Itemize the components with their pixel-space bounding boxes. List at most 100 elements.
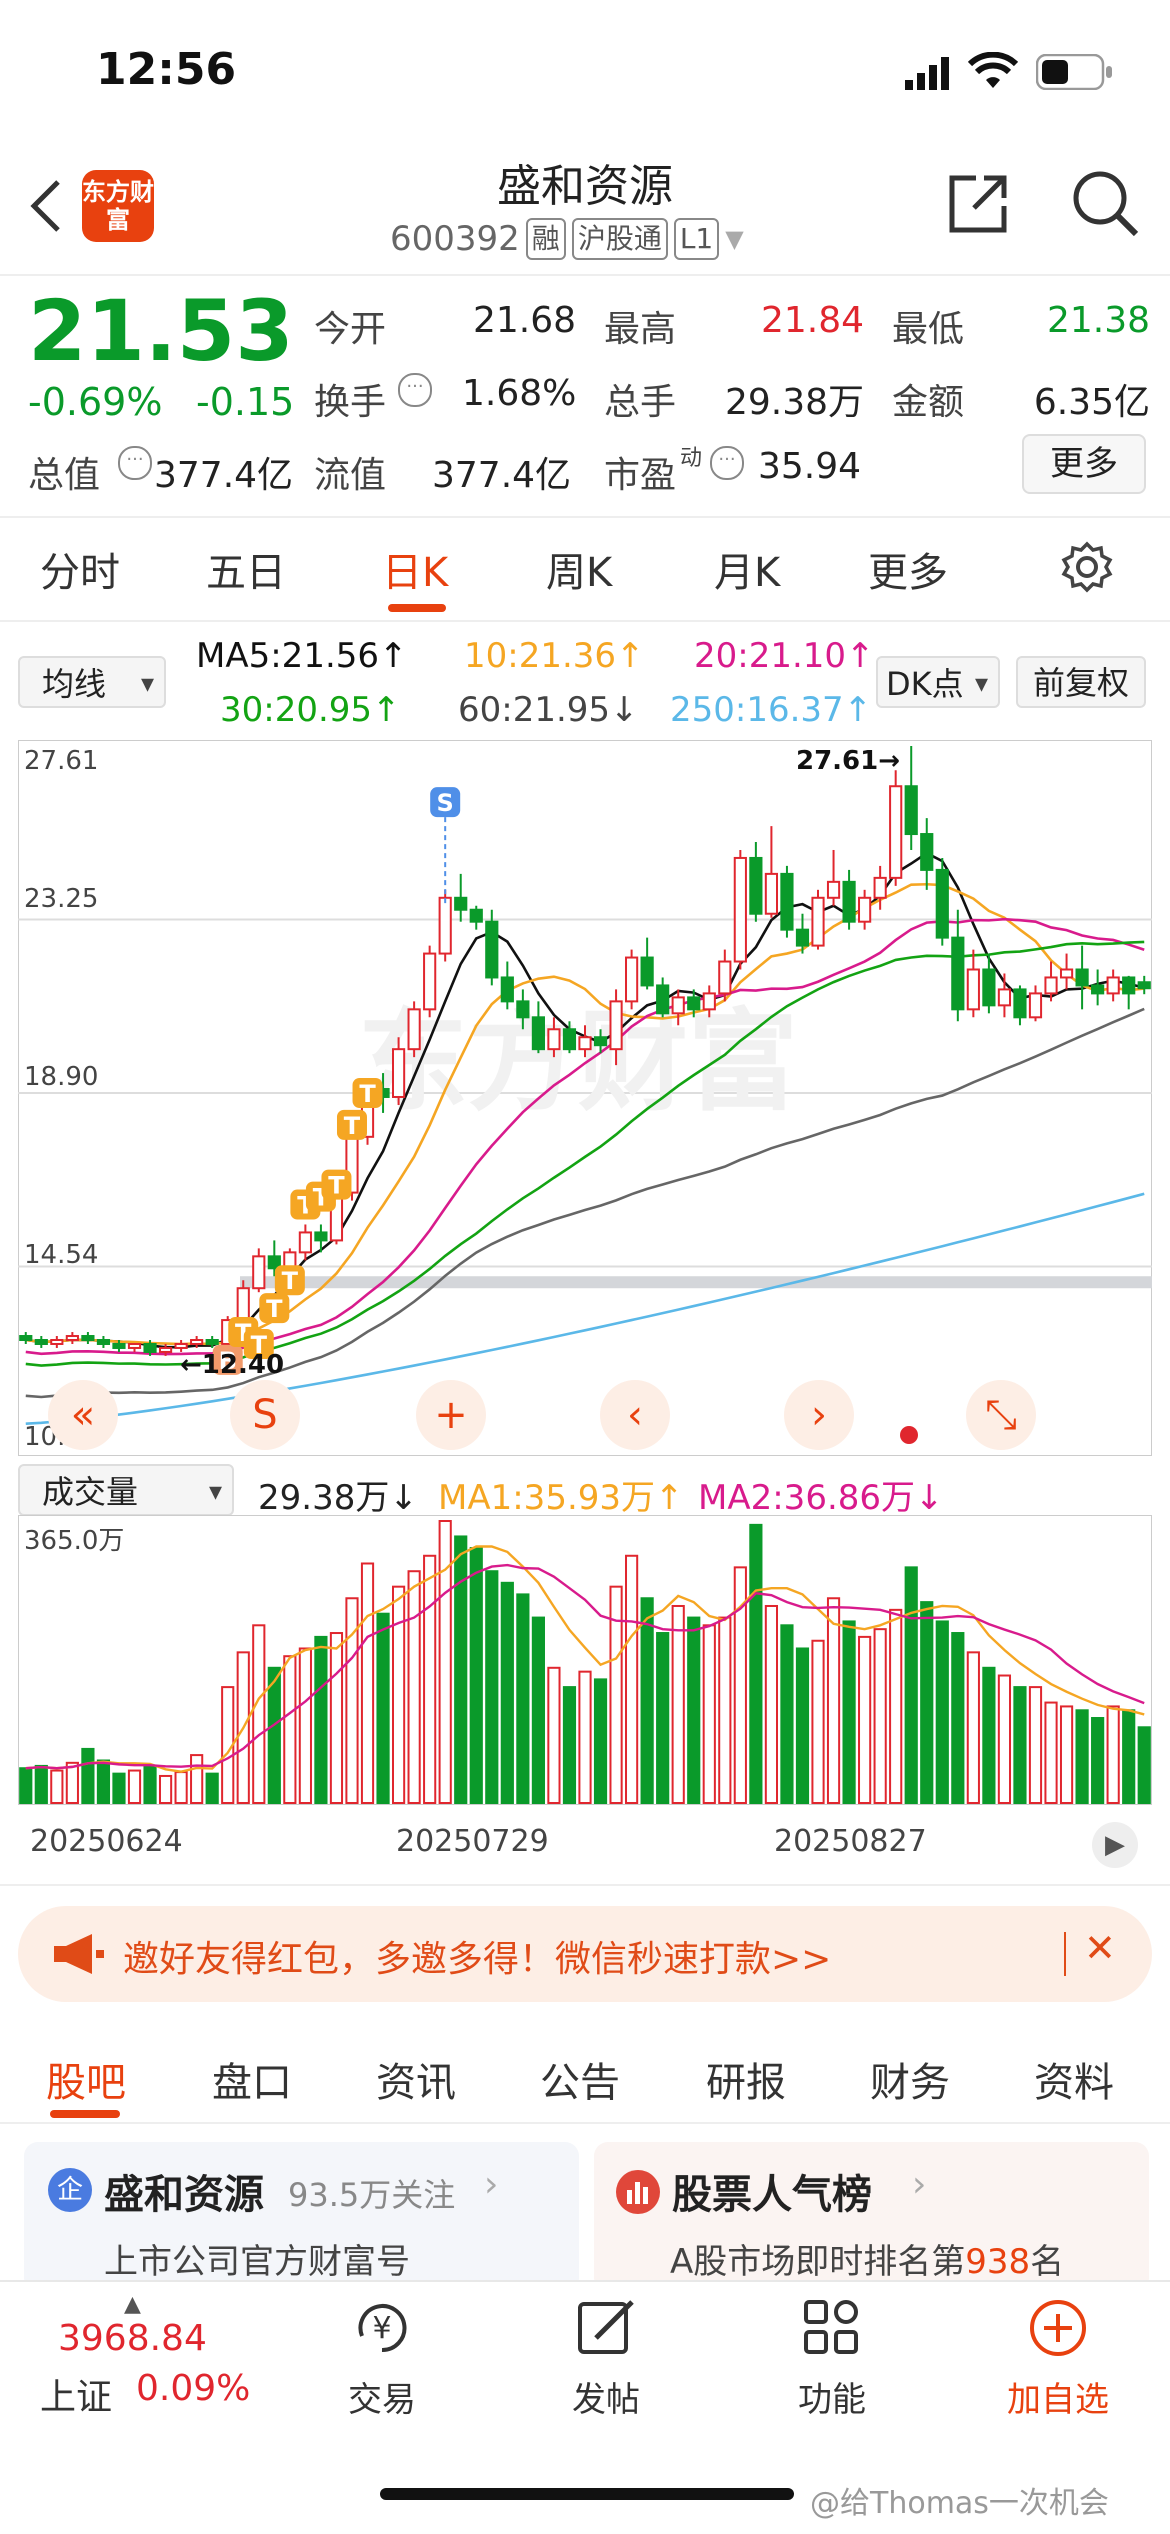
candle-body <box>252 1255 266 1290</box>
volume-bar <box>811 1639 825 1805</box>
content-tab[interactable]: 资讯 <box>376 2050 456 2108</box>
period-tab[interactable]: 周K <box>546 540 612 598</box>
volume-bar <box>158 1774 173 1804</box>
volume-bar <box>112 1772 126 1804</box>
fullscreen-button[interactable]: ⤡ <box>966 1380 1036 1450</box>
t-signal-text: T <box>359 1080 376 1108</box>
add-watchlist-icon[interactable] <box>988 2296 1128 2374</box>
volume-selector[interactable]: 成交量 <box>18 1464 234 1518</box>
invite-banner[interactable]: 邀好友得红包，多邀多得！微信秒速打款>> ✕ <box>18 1906 1152 2002</box>
content-tab[interactable]: 资料 <box>1034 2050 1114 2108</box>
period-tab[interactable]: 月K <box>714 540 780 598</box>
volume-chart[interactable] <box>18 1515 1152 1805</box>
dk-point-button[interactable]: DK点 <box>876 656 1000 710</box>
volume-bar <box>485 1570 499 1804</box>
period-tab[interactable]: 更多 <box>868 540 948 598</box>
play-icon[interactable]: ▶ <box>1092 1822 1138 1868</box>
info-icon[interactable]: ··· <box>398 373 432 407</box>
settings-gear-icon[interactable] <box>1060 540 1114 598</box>
volume-bar <box>593 1678 608 1804</box>
chevron-right-icon: › <box>484 2164 499 2205</box>
zoom-in-button[interactable]: + <box>416 1380 486 1450</box>
content-tab[interactable]: 公告 <box>540 2050 620 2108</box>
index-value[interactable]: 3968.84 <box>58 2318 207 2359</box>
volume-bar <box>298 1647 312 1804</box>
candle-body <box>1091 984 1105 995</box>
period-tab[interactable]: 分时 <box>40 540 120 598</box>
scroll-start-button[interactable]: « <box>48 1380 118 1450</box>
index-change[interactable]: 0.09% <box>136 2368 250 2409</box>
zoom-out-button[interactable]: S <box>230 1380 300 1450</box>
volume-bar <box>749 1523 763 1805</box>
functions-icon[interactable] <box>762 2296 902 2374</box>
volume-bar <box>360 1562 375 1804</box>
volume-bar <box>873 1628 887 1804</box>
period-tab[interactable]: 五日 <box>206 540 286 598</box>
content-tab[interactable]: 股吧 <box>46 2050 126 2108</box>
ma-selector[interactable]: 均线 <box>18 656 166 710</box>
candle-body <box>65 1335 79 1342</box>
candle-body <box>671 996 685 1015</box>
post-icon[interactable] <box>536 2296 676 2374</box>
ma60-label: 60:21.95↓ <box>458 690 639 730</box>
candle-body <box>935 868 949 939</box>
chevron-down-icon[interactable]: ▼ <box>725 225 743 253</box>
trade-icon[interactable]: ¥ <box>312 2296 452 2374</box>
volume-bar <box>826 1597 841 1805</box>
wifi-icon <box>967 51 1019 94</box>
volume-bar <box>966 1651 980 1804</box>
popularity-card[interactable]: 股票人气榜 › A股市场即时排名第938名 <box>594 2142 1149 2292</box>
scroll-right-button[interactable]: › <box>784 1380 854 1450</box>
close-icon[interactable]: ✕ <box>1084 1926 1116 1970</box>
search-icon[interactable] <box>1070 168 1140 242</box>
adjust-button[interactable]: 前复权 <box>1016 656 1146 708</box>
company-card[interactable]: 企 盛和资源 93.5万关注 › 上市公司官方财富号 <box>24 2142 579 2292</box>
info-icon[interactable]: ··· <box>118 446 152 480</box>
ma20-label: 20:21.10↑ <box>694 636 875 676</box>
volume-bar <box>407 1570 421 1804</box>
volume-bar <box>640 1597 654 1805</box>
nav-functions[interactable]: 功能 <box>762 2372 902 2421</box>
quote-field-value: 1.68% <box>462 373 577 414</box>
candle-body <box>1122 976 1136 995</box>
t-signal-text: T <box>344 1112 361 1140</box>
pe-superscript: 动 <box>680 446 703 471</box>
stock-code: 600392 <box>390 219 520 259</box>
candle-body <box>687 996 701 1011</box>
content-tab[interactable]: 研报 <box>706 2050 786 2108</box>
share-icon[interactable] <box>944 170 1012 242</box>
index-arrow-icon: ▲ <box>124 2292 141 2317</box>
t-signal-text: T <box>328 1172 345 1200</box>
candle-body <box>96 1339 111 1345</box>
volume-bar <box>795 1647 810 1804</box>
quote-field-value: 21.38 <box>1046 300 1150 341</box>
battery-icon <box>1035 53 1114 94</box>
period-tab[interactable]: 日K <box>382 540 448 598</box>
content-tab[interactable]: 盘口 <box>212 2050 292 2108</box>
quote-field-label: 最低 <box>892 309 965 350</box>
quote-field-value: 21.84 <box>760 300 864 341</box>
volume-current: 29.38万↓ <box>258 1478 418 1518</box>
candle-body <box>858 896 872 923</box>
volume-max-label: 365.0万 <box>24 1526 125 1556</box>
volume-bar <box>889 1608 903 1804</box>
content-tab[interactable]: 财务 <box>870 2050 950 2108</box>
volume-bar <box>127 1769 142 1805</box>
scroll-left-button[interactable]: ‹ <box>600 1380 670 1450</box>
nav-trade[interactable]: 交易 <box>312 2372 452 2421</box>
volume-bar <box>252 1624 266 1804</box>
more-button[interactable]: 更多 <box>1022 434 1146 494</box>
candle-body <box>997 988 1012 1007</box>
info-icon[interactable]: ··· <box>710 446 744 480</box>
volume-bar <box>997 1674 1012 1805</box>
nav-post[interactable]: 发帖 <box>536 2372 676 2421</box>
candle-body <box>469 908 483 923</box>
index-name[interactable]: 上证 <box>40 2368 112 2420</box>
volume-bar <box>1122 1709 1136 1804</box>
candle-body <box>951 936 965 1011</box>
quote-field-value: 35.94 <box>758 446 862 487</box>
kline-chart[interactable]: 东方财富SBT TTTT T TTT <box>18 740 1152 1456</box>
nav-add-watchlist[interactable]: 加自选 <box>988 2372 1128 2421</box>
volume-bar <box>516 1593 530 1804</box>
company-card-title: 盛和资源 <box>104 2172 264 2218</box>
